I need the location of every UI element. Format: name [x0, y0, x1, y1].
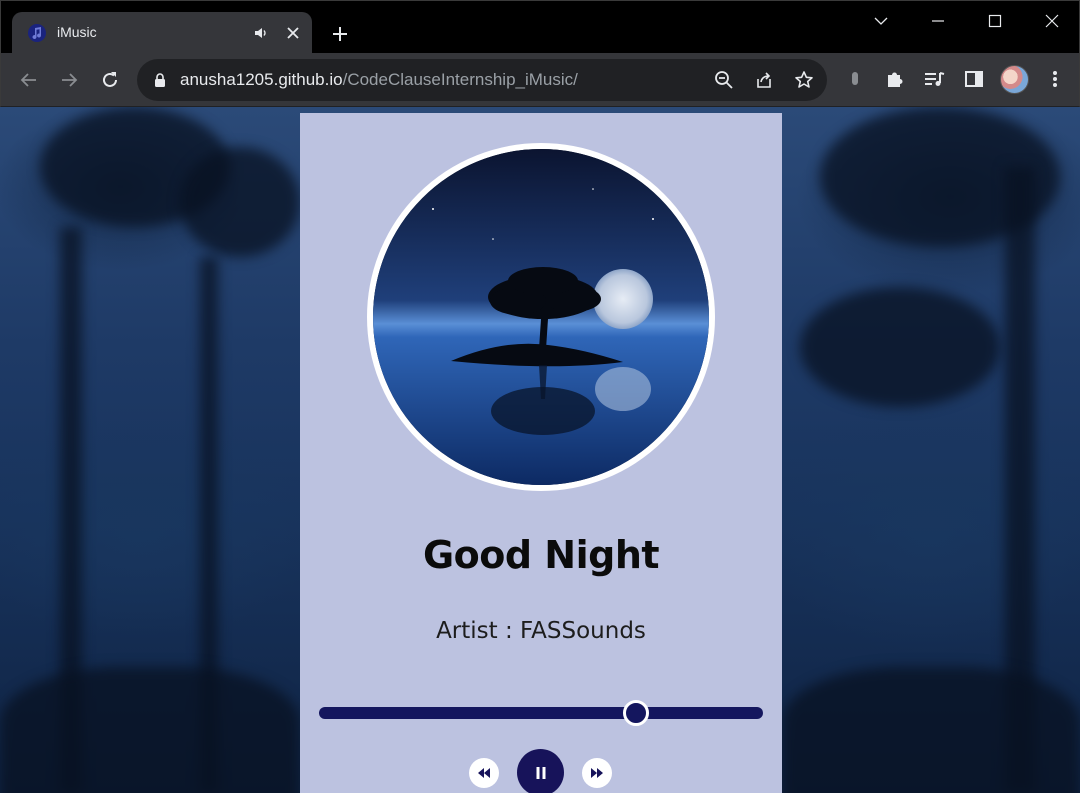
extensions-button[interactable] — [884, 68, 906, 90]
maximize-button[interactable] — [981, 7, 1009, 35]
song-title: Good Night — [422, 533, 660, 577]
background-tree — [800, 287, 1000, 407]
lock-icon[interactable] — [152, 72, 168, 88]
arrow-right-icon — [62, 73, 78, 87]
page-viewport: Good Night Artist : FASSounds — [0, 107, 1080, 793]
artist-name: Artist : FASSounds — [436, 618, 646, 644]
new-tab-button[interactable] — [327, 21, 353, 47]
tab-search-button[interactable] — [867, 7, 895, 35]
bookmark-star-icon[interactable] — [794, 70, 814, 90]
background-ground — [782, 667, 1080, 793]
microphone-icon — [852, 72, 858, 85]
progress-thumb[interactable] — [623, 700, 650, 726]
forward-button[interactable] — [55, 66, 83, 94]
music-note-icon — [28, 24, 46, 42]
next-button[interactable] — [582, 758, 612, 788]
tab-title: iMusic — [57, 24, 97, 40]
tab-close-button[interactable] — [282, 22, 304, 44]
close-icon — [1045, 14, 1059, 28]
rewind-icon — [478, 768, 490, 778]
close-icon — [287, 27, 299, 39]
zoom-out-icon[interactable] — [714, 70, 734, 90]
browser-tab[interactable]: iMusic — [12, 12, 312, 54]
browser-toolbar: anusha1205.github.io/CodeClauseInternshi… — [0, 53, 1080, 107]
minimize-button[interactable] — [924, 7, 952, 35]
previous-button[interactable] — [469, 758, 499, 788]
minimize-icon — [932, 20, 944, 22]
back-button[interactable] — [15, 66, 43, 94]
fast-forward-icon — [591, 768, 603, 778]
music-player-card: Good Night Artist : FASSounds — [300, 113, 782, 793]
background-ground — [0, 667, 300, 793]
share-icon[interactable] — [754, 70, 774, 90]
profile-avatar[interactable] — [1000, 65, 1029, 94]
browser-tab-bar: iMusic — [0, 0, 1080, 54]
window-close-button[interactable] — [1038, 7, 1066, 35]
address-bar[interactable]: anusha1205.github.io/CodeClauseInternshi… — [137, 59, 827, 101]
url-path: /CodeClauseInternship_iMusic/ — [342, 70, 578, 89]
url-text[interactable]: anusha1205.github.io/CodeClauseInternshi… — [180, 70, 578, 90]
album-art — [367, 143, 715, 491]
media-queue-icon — [925, 72, 945, 86]
more-menu-button[interactable] — [1044, 68, 1066, 90]
speaker-icon[interactable] — [252, 24, 270, 42]
maximize-icon — [988, 14, 1002, 28]
chevron-down-icon — [874, 17, 888, 25]
play-pause-button[interactable] — [517, 749, 564, 793]
reload-icon — [103, 72, 117, 87]
album-art-image — [373, 149, 709, 485]
background-tree — [180, 147, 300, 257]
reload-button[interactable] — [96, 66, 124, 94]
url-host: anusha1205.github.io — [180, 70, 343, 89]
progress-slider[interactable] — [319, 700, 763, 726]
more-menu-icon — [1053, 71, 1057, 87]
extensions-icon — [888, 72, 903, 87]
microphone-button[interactable] — [844, 68, 866, 90]
side-panel-icon — [965, 71, 983, 87]
media-controls-button[interactable] — [923, 68, 945, 90]
pause-icon — [536, 766, 545, 779]
arrow-left-icon — [20, 73, 36, 87]
side-panel-button[interactable] — [963, 68, 985, 90]
plus-icon — [333, 27, 347, 41]
